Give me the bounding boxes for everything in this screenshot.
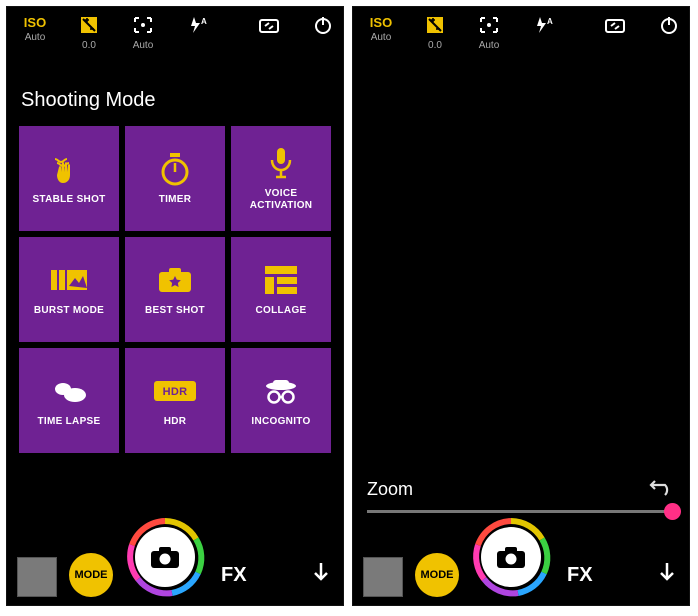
focus-bracket-icon [478, 15, 500, 38]
arrow-down-icon [655, 560, 679, 584]
fx-button[interactable]: FX [567, 564, 593, 587]
power-button[interactable] [651, 15, 687, 38]
svg-text:A: A [547, 17, 553, 26]
power-button[interactable] [305, 15, 341, 38]
mode-tile-voice-activation[interactable]: VOICE ACTIVATION [231, 126, 331, 231]
mode-label: BEST SHOT [141, 305, 209, 317]
burst-stack-icon [49, 263, 89, 297]
shutter-wrap [125, 517, 205, 597]
bottom-toolbar: MODE FX [7, 525, 343, 605]
mode-tile-timer[interactable]: TIMER [125, 126, 225, 231]
mode-label: BURST MODE [30, 305, 108, 317]
gallery-thumbnail[interactable] [17, 557, 57, 597]
focus-bracket-icon [132, 15, 154, 38]
top-toolbar: ISO Auto 0.0 Auto A [7, 7, 343, 55]
exposure-value: 0.0 [428, 40, 442, 51]
iso-value: Auto [371, 32, 392, 43]
svg-text:A: A [201, 17, 207, 26]
incognito-icon [263, 374, 299, 408]
focus-button[interactable]: Auto [125, 15, 161, 51]
exposure-button[interactable]: 0.0 [71, 15, 107, 51]
shutter-button[interactable] [135, 527, 195, 587]
clouds-icon [49, 374, 89, 408]
mode-label: TIME LAPSE [33, 416, 104, 428]
microphone-icon [268, 146, 294, 180]
zoom-panel: Zoom [353, 477, 689, 513]
camera-switch-icon [257, 15, 281, 38]
mode-label: VOICE ACTIVATION [246, 188, 317, 211]
power-icon [659, 15, 679, 38]
shutter-wrap [471, 517, 551, 597]
bottom-toolbar: MODE FX [353, 525, 689, 605]
mode-tile-best-shot[interactable]: BEST SHOT [125, 237, 225, 342]
mode-tile-time-lapse[interactable]: TIME LAPSE [19, 348, 119, 453]
zoom-label: Zoom [367, 479, 413, 500]
flash-button[interactable]: A [179, 15, 215, 38]
camera-switch-button[interactable] [251, 15, 287, 38]
iso-title: ISO [24, 15, 46, 30]
camera-switch-button[interactable] [597, 15, 633, 38]
hdr-badge-icon: HDR [153, 374, 197, 408]
stopwatch-icon [158, 152, 192, 186]
mode-button[interactable]: MODE [69, 553, 113, 597]
mode-tile-stable-shot[interactable]: STABLE SHOT [19, 126, 119, 231]
arrow-down-icon [309, 560, 333, 584]
mode-label: INCOGNITO [247, 416, 314, 428]
shutter-button[interactable] [481, 527, 541, 587]
fx-button[interactable]: FX [221, 564, 247, 587]
exposure-button[interactable]: 0.0 [417, 15, 453, 51]
flash-auto-icon: A [186, 15, 208, 38]
mode-tile-collage[interactable]: COLLAGE [231, 237, 331, 342]
shooting-mode-grid: STABLE SHOT TIMER VOICE ACTIVATION BURST… [7, 126, 343, 453]
svg-text:HDR: HDR [163, 386, 188, 398]
iso-value: Auto [25, 32, 46, 43]
phone-zoom: ISO Auto 0.0 Auto A [352, 6, 690, 606]
camera-switch-icon [603, 15, 627, 38]
mode-tile-hdr[interactable]: HDR HDR [125, 348, 225, 453]
iso-button[interactable]: ISO Auto [363, 15, 399, 43]
focus-value: Auto [479, 40, 500, 51]
zoom-slider[interactable] [367, 510, 675, 513]
shooting-mode-header: Shooting Mode [7, 55, 343, 126]
gallery-thumbnail[interactable] [363, 557, 403, 597]
phone-shooting-mode: ISO Auto 0.0 Auto A [6, 6, 344, 606]
exposure-value: 0.0 [82, 40, 96, 51]
focus-value: Auto [133, 40, 154, 51]
mode-button[interactable]: MODE [415, 553, 459, 597]
flash-button[interactable]: A [525, 15, 561, 38]
exposure-compensation-icon [425, 15, 445, 38]
focus-button[interactable]: Auto [471, 15, 507, 51]
collapse-button[interactable] [655, 560, 679, 589]
iso-button[interactable]: ISO Auto [17, 15, 53, 43]
collage-layout-icon [265, 263, 297, 297]
zoom-undo-button[interactable] [649, 477, 675, 502]
flash-auto-icon: A [532, 15, 554, 38]
collapse-button[interactable] [309, 560, 333, 589]
iso-title: ISO [370, 15, 392, 30]
camera-icon [496, 545, 526, 569]
mode-label: TIMER [155, 194, 196, 206]
mode-tile-burst-mode[interactable]: BURST MODE [19, 237, 119, 342]
power-icon [313, 15, 333, 38]
zoom-slider-thumb[interactable] [664, 503, 681, 520]
undo-icon [649, 477, 675, 497]
mode-label: STABLE SHOT [28, 194, 109, 206]
exposure-compensation-icon [79, 15, 99, 38]
camera-icon [150, 545, 180, 569]
hand-waves-icon [49, 152, 89, 186]
mode-label: COLLAGE [252, 305, 311, 317]
camera-star-icon [157, 263, 193, 297]
mode-tile-incognito[interactable]: INCOGNITO [231, 348, 331, 453]
top-toolbar: ISO Auto 0.0 Auto A [353, 7, 689, 55]
mode-label: HDR [160, 416, 191, 428]
